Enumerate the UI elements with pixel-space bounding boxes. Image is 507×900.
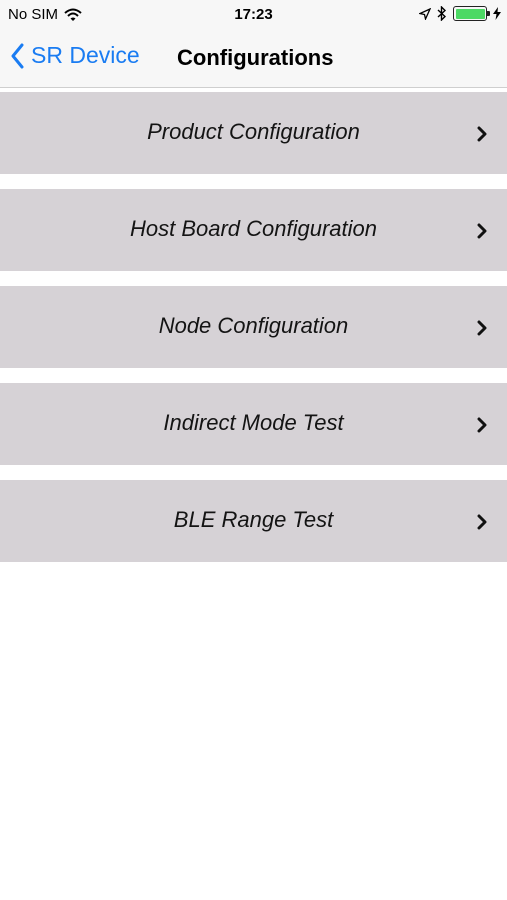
navigation-bar: SR Device Configurations	[0, 30, 507, 88]
back-button-label: SR Device	[31, 42, 140, 68]
charging-icon	[493, 7, 501, 20]
menu-item-label: Host Board Configuration	[129, 216, 378, 241]
chevron-right-icon	[477, 223, 487, 239]
menu-item-host-board-configuration[interactable]: Host Board Configuration	[0, 189, 507, 271]
battery-cap	[487, 11, 490, 16]
battery-icon	[453, 6, 490, 21]
chevron-right-icon	[477, 514, 487, 530]
chevron-right-icon	[477, 417, 487, 433]
menu-item-product-configuration[interactable]: Product Configuration	[0, 92, 507, 174]
page-title: Configurations	[177, 45, 334, 70]
configuration-menu: Product Configuration Host Board Configu…	[0, 92, 507, 577]
menu-item-label: Indirect Mode Test	[163, 410, 344, 435]
chevron-right-icon	[477, 320, 487, 336]
menu-item-label: BLE Range Test	[173, 507, 334, 532]
status-right	[419, 6, 501, 21]
battery-level	[455, 8, 485, 19]
menu-item-label: Node Configuration	[158, 313, 349, 338]
menu-item-ble-range-test[interactable]: BLE Range Test	[0, 480, 507, 562]
menu-item-indirect-mode-test[interactable]: Indirect Mode Test	[0, 383, 507, 465]
menu-item-node-configuration[interactable]: Node Configuration	[0, 286, 507, 368]
back-chevron-icon	[11, 43, 24, 68]
back-button[interactable]: SR Device	[10, 42, 140, 69]
location-icon	[419, 7, 431, 20]
chevron-right-icon	[477, 126, 487, 142]
status-bar: No SIM 17:23	[0, 0, 507, 30]
bluetooth-icon	[437, 6, 447, 21]
menu-item-label: Product Configuration	[147, 119, 360, 144]
